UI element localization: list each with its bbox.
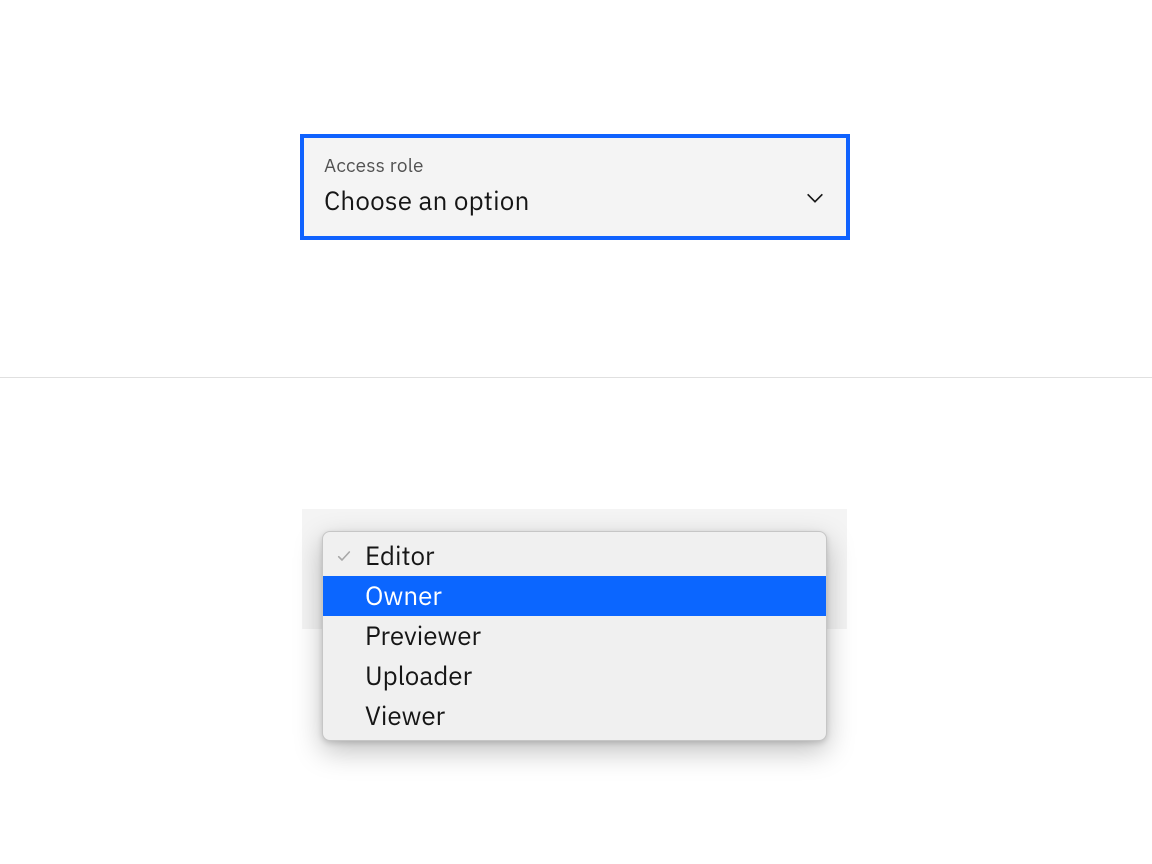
chevron-down-icon [804,187,826,209]
option-editor[interactable]: Editor [323,536,826,576]
option-previewer[interactable]: Previewer [323,616,826,656]
dropdown-text-group: Access role Choose an option [324,154,530,218]
option-label: Owner [365,579,814,613]
option-owner[interactable]: Owner [323,576,826,616]
option-viewer[interactable]: Viewer [323,696,826,736]
access-role-dropdown[interactable]: Access role Choose an option [300,134,850,240]
option-uploader[interactable]: Uploader [323,656,826,696]
dropdown-placeholder: Choose an option [324,184,530,218]
dropdown-label: Access role [324,154,530,178]
option-label: Previewer [365,619,814,653]
checkmark-icon [333,548,355,564]
option-label: Viewer [365,699,814,733]
option-label: Uploader [365,659,814,693]
option-label: Editor [365,539,814,573]
select-menu[interactable]: Editor Owner Previewer Uploader Viewer [322,531,827,741]
section-divider [0,377,1152,378]
